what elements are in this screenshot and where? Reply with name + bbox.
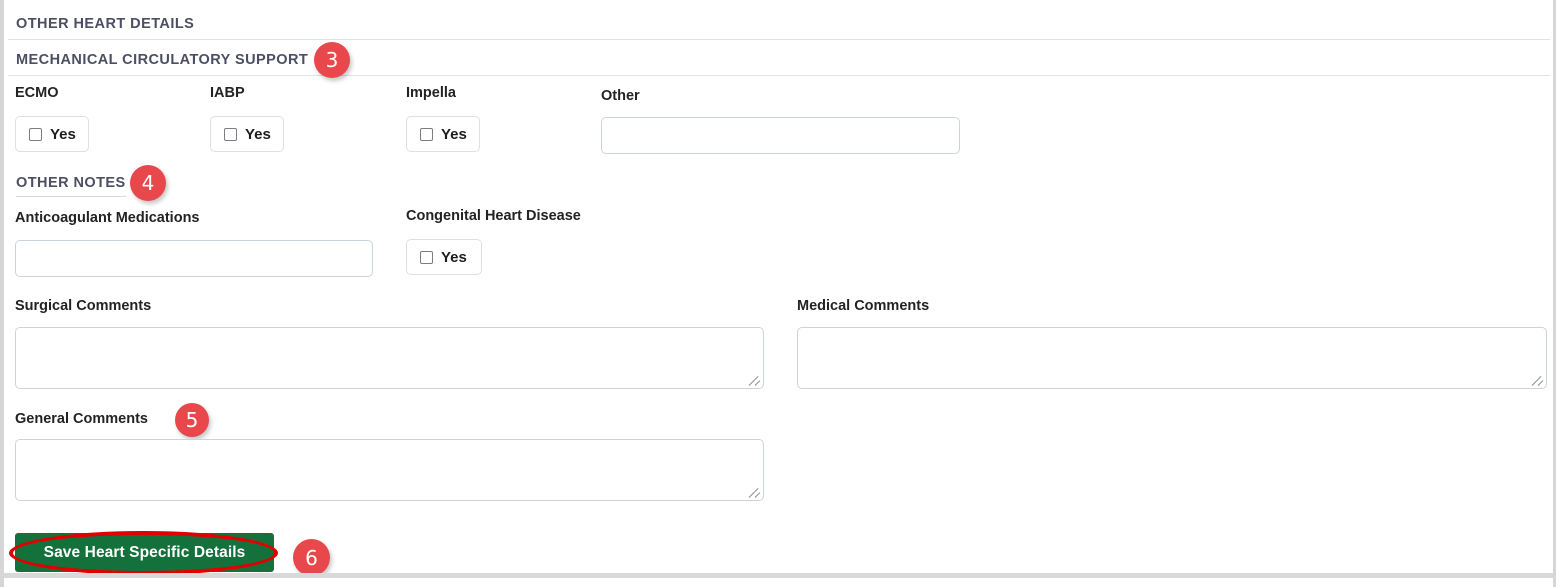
label-surgical-comments: Surgical Comments bbox=[15, 298, 151, 314]
checkbox-icon[interactable] bbox=[29, 128, 42, 141]
annotation-badge-3: 3 bbox=[314, 42, 350, 78]
heart-specific-details-form: OTHER HEART DETAILS MECHANICAL CIRCULATO… bbox=[0, 0, 1556, 587]
page-bottom-edge bbox=[4, 573, 1553, 587]
label-anticoagulant-medications: Anticoagulant Medications bbox=[15, 210, 200, 226]
checkbox-congenital-heart-disease-yes[interactable]: Yes bbox=[406, 239, 482, 275]
checkbox-ecmo-label: Yes bbox=[50, 127, 76, 142]
anticoagulant-medications-input[interactable] bbox=[15, 240, 373, 277]
label-congenital-heart-disease: Congenital Heart Disease bbox=[406, 208, 581, 224]
checkbox-impella-label: Yes bbox=[441, 127, 467, 142]
annotation-badge-5: 5 bbox=[175, 403, 209, 437]
checkbox-iabp-label: Yes bbox=[245, 127, 271, 142]
annotation-badge-4: 4 bbox=[130, 165, 166, 201]
checkbox-icon[interactable] bbox=[420, 128, 433, 141]
label-ecmo: ECMO bbox=[15, 85, 59, 101]
section-header-other-notes: OTHER NOTES bbox=[16, 175, 126, 191]
checkbox-impella-yes[interactable]: Yes bbox=[406, 116, 480, 152]
label-iabp: IABP bbox=[210, 85, 245, 101]
label-impella: Impella bbox=[406, 85, 456, 101]
surgical-comments-textarea[interactable] bbox=[15, 327, 764, 389]
other-input[interactable] bbox=[601, 117, 960, 154]
general-comments-textarea[interactable] bbox=[15, 439, 764, 501]
divider-other-heart-details bbox=[8, 39, 1550, 40]
checkbox-icon[interactable] bbox=[420, 251, 433, 264]
divider-mechanical-circulatory-support bbox=[8, 75, 1550, 76]
section-header-other-heart-details: OTHER HEART DETAILS bbox=[16, 16, 194, 32]
label-general-comments: General Comments bbox=[15, 411, 148, 427]
divider-other-notes bbox=[16, 196, 126, 197]
annotation-badge-6: 6 bbox=[293, 539, 330, 576]
section-header-mechanical-circulatory-support: MECHANICAL CIRCULATORY SUPPORT bbox=[16, 52, 308, 68]
checkbox-iabp-yes[interactable]: Yes bbox=[210, 116, 284, 152]
label-medical-comments: Medical Comments bbox=[797, 298, 929, 314]
checkbox-congenital-heart-disease-label: Yes bbox=[441, 250, 467, 265]
save-heart-specific-details-button[interactable]: Save Heart Specific Details bbox=[15, 533, 274, 572]
checkbox-icon[interactable] bbox=[224, 128, 237, 141]
label-other: Other bbox=[601, 88, 640, 104]
checkbox-ecmo-yes[interactable]: Yes bbox=[15, 116, 89, 152]
medical-comments-textarea[interactable] bbox=[797, 327, 1547, 389]
